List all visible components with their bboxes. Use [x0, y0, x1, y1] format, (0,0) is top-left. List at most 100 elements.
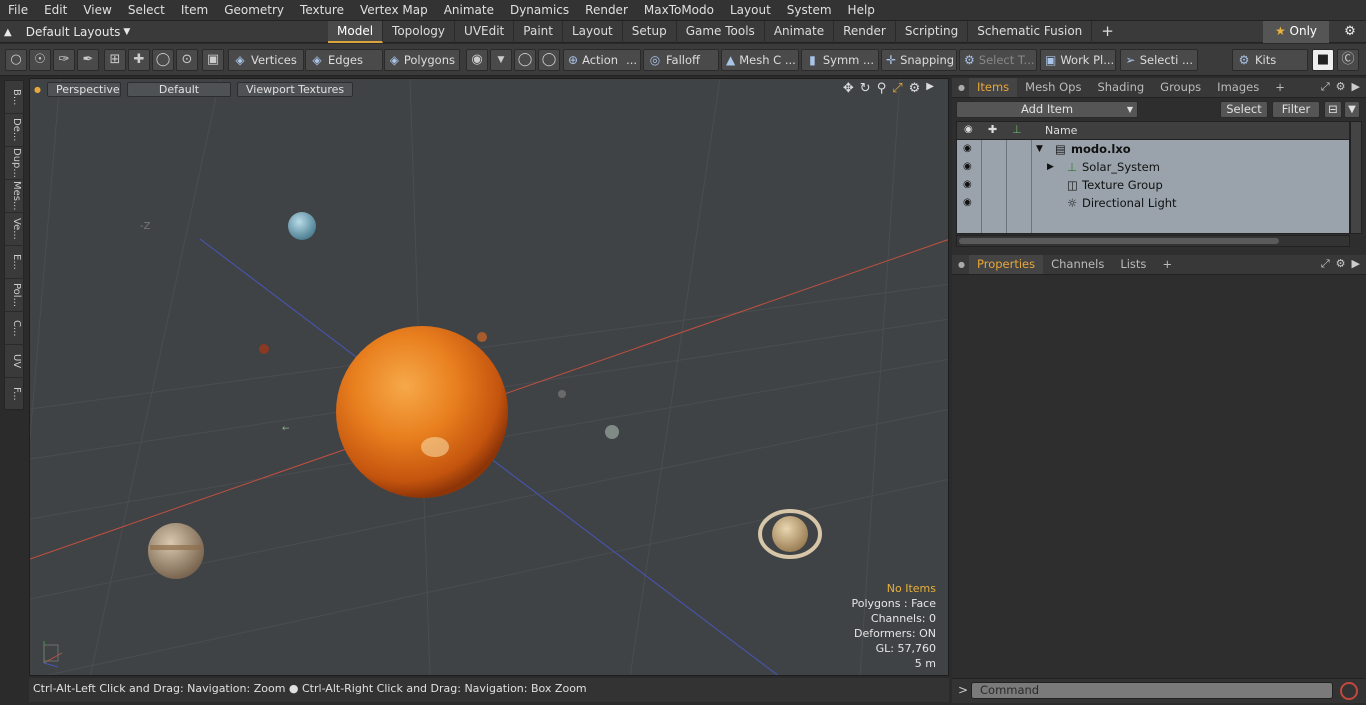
- action-center-button[interactable]: ⊕ Action...: [563, 49, 641, 71]
- only-toggle[interactable]: ★ Only: [1263, 21, 1329, 43]
- item-list-hscroll[interactable]: [956, 235, 1350, 247]
- menu-edit[interactable]: Edit: [36, 0, 75, 21]
- expand-icon[interactable]: ⤢: [1321, 80, 1330, 94]
- tab-game-tools[interactable]: Game Tools: [677, 21, 765, 43]
- add-panel-tab-button[interactable]: +: [1154, 255, 1180, 274]
- earth-sphere[interactable]: [605, 425, 619, 439]
- menu-item[interactable]: Item: [173, 0, 216, 21]
- scale-icon[interactable]: ⊙: [176, 49, 198, 71]
- menu-system[interactable]: System: [779, 0, 840, 21]
- tab-images[interactable]: Images: [1209, 78, 1267, 97]
- tab-topology[interactable]: Topology: [383, 21, 456, 43]
- symmetry-shield-icon[interactable]: ◯: [514, 49, 536, 71]
- panel-dot-icon[interactable]: ●: [952, 260, 969, 269]
- viewport-textures-button[interactable]: Viewport Textures: [236, 81, 354, 97]
- command-history-icon[interactable]: [1340, 682, 1358, 700]
- mercury-sphere[interactable]: [558, 390, 566, 398]
- eye-icon[interactable]: ◉: [963, 194, 975, 212]
- visibility-col-icon[interactable]: ◉: [964, 124, 973, 135]
- menu-animate[interactable]: Animate: [436, 0, 502, 21]
- menu-layout[interactable]: Layout: [722, 0, 779, 21]
- command-input[interactable]: Command: [971, 682, 1333, 699]
- tab-properties[interactable]: Properties: [968, 255, 1044, 274]
- zoom-icon[interactable]: ⚲: [877, 81, 887, 96]
- hscroll-thumb[interactable]: [959, 238, 1279, 244]
- funnel-icon[interactable]: ▼: [1344, 101, 1360, 118]
- 3d-viewport[interactable]: -Z ← ● Perspective Default Viewport Text…: [29, 78, 949, 676]
- view-type-button[interactable]: Perspective: [46, 81, 121, 97]
- left-tab-deform[interactable]: De...: [5, 114, 25, 147]
- filter-button[interactable]: Filter: [1272, 101, 1320, 118]
- panel-arrow-icon[interactable]: ▶: [1352, 257, 1360, 271]
- shield-icon[interactable]: ◯: [538, 49, 560, 71]
- tab-model[interactable]: Model: [328, 21, 384, 43]
- tab-channels[interactable]: Channels: [1043, 255, 1112, 274]
- menu-maxtomodo[interactable]: MaxToModo: [636, 0, 722, 21]
- transform-icon[interactable]: ⊞: [104, 49, 126, 71]
- type-col-icon[interactable]: ⊥: [1012, 123, 1022, 136]
- add-tab-button[interactable]: +: [1092, 21, 1123, 43]
- work-plane-button[interactable]: ▣ Work Pl...: [1040, 49, 1116, 71]
- item-row-modo-lxo[interactable]: ◉ ▼ ▤ modo.lxo: [957, 140, 1349, 158]
- left-tab-basic[interactable]: B...: [5, 81, 25, 114]
- circle-select-icon[interactable]: ○: [5, 49, 27, 71]
- menu-select[interactable]: Select: [120, 0, 173, 21]
- mars-sphere[interactable]: [259, 344, 269, 354]
- item-mode-icon[interactable]: ▣: [202, 49, 224, 71]
- add-panel-tab-button[interactable]: +: [1267, 78, 1293, 97]
- edges-button[interactable]: ◈ Edges: [305, 49, 383, 71]
- eye-icon[interactable]: ◉: [963, 140, 975, 158]
- eye-icon[interactable]: ◉: [963, 176, 975, 194]
- menu-file[interactable]: File: [0, 0, 36, 21]
- viewport-arrow-icon[interactable]: ▶: [926, 81, 934, 96]
- menu-dynamics[interactable]: Dynamics: [502, 0, 577, 21]
- left-tab-fusion[interactable]: F...: [5, 378, 25, 411]
- item-list-vscroll[interactable]: [1350, 121, 1362, 234]
- vertices-button[interactable]: ◈ Vertices: [228, 49, 304, 71]
- tab-mesh-ops[interactable]: Mesh Ops: [1017, 78, 1089, 97]
- tab-paint[interactable]: Paint: [514, 21, 563, 43]
- left-tab-curve[interactable]: C...: [5, 312, 25, 345]
- menu-geometry[interactable]: Geometry: [216, 0, 292, 21]
- jupiter-sphere[interactable]: [148, 523, 204, 579]
- orbit-icon[interactable]: ↻: [860, 81, 871, 96]
- material-icon[interactable]: ◉: [466, 49, 488, 71]
- eye-icon[interactable]: ◉: [963, 158, 975, 176]
- select-button[interactable]: Select: [1220, 101, 1268, 118]
- menu-view[interactable]: View: [75, 0, 119, 21]
- item-row-solar-system[interactable]: ◉ ▶ ⊥ Solar_System: [957, 158, 1349, 176]
- tab-uvedit[interactable]: UVEdit: [455, 21, 515, 43]
- move-icon[interactable]: ✚: [128, 49, 150, 71]
- menu-texture[interactable]: Texture: [292, 0, 352, 21]
- panel-gear-icon[interactable]: ⚙: [1336, 80, 1346, 94]
- venus-sphere[interactable]: [477, 332, 487, 342]
- panel-arrow-icon[interactable]: ▶: [1352, 80, 1360, 94]
- shading-style-button[interactable]: Default: [126, 81, 231, 97]
- tab-scripting[interactable]: Scripting: [896, 21, 969, 43]
- falloff-button[interactable]: ◎ Falloff: [643, 49, 719, 71]
- cube-icon[interactable]: ■: [1312, 49, 1334, 71]
- symmetry-button[interactable]: ▮ Symm ...: [801, 49, 879, 71]
- kits-button[interactable]: ⚙ Kits: [1232, 49, 1308, 71]
- brush-icon[interactable]: ✒: [77, 49, 99, 71]
- item-row-directional-light[interactable]: ◉ ☼ Directional Light: [957, 194, 1349, 212]
- tab-shading[interactable]: Shading: [1089, 78, 1152, 97]
- rotate-icon[interactable]: ◯: [152, 49, 174, 71]
- menu-help[interactable]: Help: [840, 0, 883, 21]
- snapping-button[interactable]: ✛ Snapping: [881, 49, 957, 71]
- lock-col-icon[interactable]: ✚: [988, 123, 997, 136]
- panel-dot-icon[interactable]: ●: [952, 83, 969, 92]
- panel-gear-icon[interactable]: ⚙: [1336, 257, 1346, 271]
- viewport-dot-icon[interactable]: ●: [34, 85, 41, 94]
- expand-triangle-icon[interactable]: ▶: [1047, 158, 1054, 176]
- selection-sets-button[interactable]: ➢ Selecti ...: [1120, 49, 1198, 71]
- maximize-icon[interactable]: ⤢: [892, 81, 902, 96]
- tab-schematic-fusion[interactable]: Schematic Fusion: [968, 21, 1093, 43]
- saturn-sphere[interactable]: [772, 516, 808, 552]
- sun-sphere[interactable]: [336, 326, 508, 498]
- viewport-gear-icon[interactable]: ⚙: [909, 81, 921, 96]
- menu-vertex-map[interactable]: Vertex Map: [352, 0, 436, 21]
- pen-icon[interactable]: ✑: [53, 49, 75, 71]
- mesh-constraint-button[interactable]: ▲ Mesh C ...: [721, 49, 799, 71]
- tab-lists[interactable]: Lists: [1112, 255, 1154, 274]
